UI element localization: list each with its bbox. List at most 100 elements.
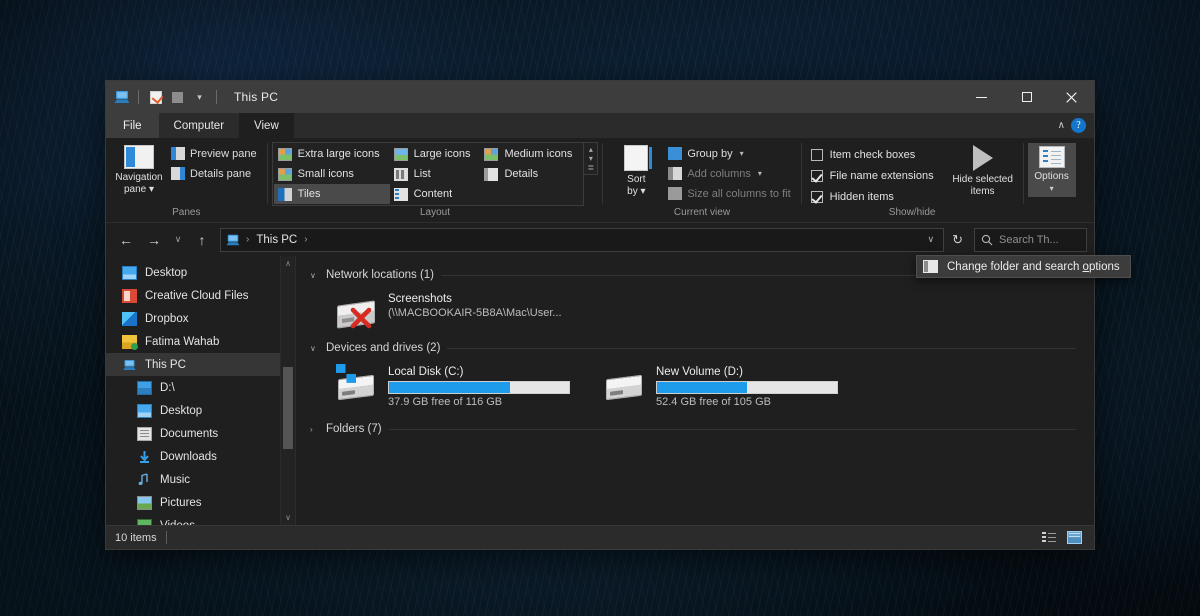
options-button[interactable]: Options ▾ xyxy=(1027,143,1076,197)
address-bar[interactable]: › This PC › ∨ xyxy=(220,227,945,252)
group-header-label: Network locations (1) xyxy=(326,269,435,281)
chevron-down-icon[interactable]: ∨ xyxy=(310,344,319,353)
tab-file[interactable]: File xyxy=(106,113,159,138)
layout-label: Extra large icons xyxy=(297,148,380,160)
add-columns-button[interactable]: Add columns ▾ xyxy=(665,164,796,183)
file-name-extensions-row[interactable]: File name extensions xyxy=(806,166,939,186)
close-icon xyxy=(1066,91,1077,103)
hidden-items-checkbox[interactable] xyxy=(810,191,823,203)
sidebar-item-music[interactable]: Music xyxy=(106,468,295,491)
capacity-bar xyxy=(388,381,570,394)
details-view-button[interactable] xyxy=(1038,528,1060,547)
sidebar-item-pictures[interactable]: Pictures xyxy=(106,491,295,514)
maximize-button[interactable] xyxy=(1004,81,1049,113)
sidebar-item-this-pc[interactable]: This PC xyxy=(106,353,295,376)
navigation-pane-button[interactable]: Navigation pane ▾ xyxy=(110,142,168,198)
layout-details[interactable]: Details xyxy=(480,164,582,184)
group-header-devices-and-drives[interactable]: ∨ Devices and drives (2) xyxy=(310,338,1094,358)
navigation-pane-scrollbar[interactable]: ∧ ∨ xyxy=(280,256,295,525)
gallery-more-button[interactable]: ≣ xyxy=(587,163,594,172)
search-input[interactable]: Search Th... xyxy=(999,234,1059,246)
forward-button[interactable]: → xyxy=(141,228,167,252)
recent-locations-button[interactable]: ∨ xyxy=(169,228,187,252)
tab-computer[interactable]: Computer xyxy=(159,113,240,138)
windows-system-drive-icon xyxy=(336,364,378,401)
content-scrollbar[interactable] xyxy=(1084,256,1094,525)
sidebar-item-desktop[interactable]: Desktop xyxy=(106,261,295,284)
hide-selected-items-button[interactable]: Hide selected items xyxy=(947,142,1019,200)
sort-by-button[interactable]: Sort by ▾ xyxy=(607,142,665,200)
gallery-scroll-up[interactable]: ▴ xyxy=(589,145,593,154)
scrollbar-thumb[interactable] xyxy=(283,367,293,449)
layout-label: Details xyxy=(504,168,539,180)
group-header-folders[interactable]: › Folders (7) xyxy=(310,419,1094,439)
list-item[interactable]: Screenshots (\\MACBOOKAIR-5B8A\Mac\User.… xyxy=(332,288,582,330)
group-by-icon xyxy=(668,147,683,160)
options-icon xyxy=(1038,146,1065,168)
sidebar-item-documents[interactable]: Documents xyxy=(106,422,295,445)
group-by-button[interactable]: Group by ▾ xyxy=(665,144,796,163)
creative-cloud-icon xyxy=(122,288,137,303)
size-all-columns-button[interactable]: Size all columns to fit xyxy=(665,184,796,203)
desktop-background: ▾ This PC File Computer View ∧ ? Navigat… xyxy=(0,0,1200,616)
scrollbar-track[interactable] xyxy=(281,271,295,510)
title-separator xyxy=(216,90,217,104)
sidebar-item-videos[interactable]: Videos xyxy=(106,514,295,525)
sidebar-item-fatima-wahab[interactable]: Fatima Wahab xyxy=(106,330,295,353)
chevron-down-icon[interactable]: ∨ xyxy=(310,271,319,280)
layout-small-icons[interactable]: Small icons xyxy=(274,164,390,184)
breadcrumb-this-pc[interactable]: This PC xyxy=(254,234,299,246)
layout-extra-large-icons[interactable]: Extra large icons xyxy=(274,144,390,164)
layout-tiles[interactable]: Tiles xyxy=(273,184,390,204)
new-folder-icon[interactable] xyxy=(168,88,187,107)
layout-content[interactable]: Content xyxy=(390,184,481,204)
up-button[interactable]: ↑ xyxy=(189,228,215,252)
scroll-down-arrow[interactable]: ∨ xyxy=(285,510,291,525)
refresh-button[interactable]: ↻ xyxy=(946,232,969,248)
help-button[interactable]: ? xyxy=(1071,118,1086,133)
layout-large-icons[interactable]: Large icons xyxy=(390,144,481,164)
tab-view[interactable]: View xyxy=(239,113,294,138)
list-item[interactable]: New Volume (D:) 52.4 GB free of 105 GB xyxy=(600,361,850,411)
sidebar-item-label: Creative Cloud Files xyxy=(145,289,249,302)
chevron-right-icon[interactable]: › xyxy=(310,425,319,434)
layout-list[interactable]: List xyxy=(390,164,481,184)
large-icons-view-button[interactable] xyxy=(1063,528,1085,547)
extra-large-icons-icon xyxy=(277,147,292,161)
sidebar-item-downloads[interactable]: Downloads xyxy=(106,445,295,468)
breadcrumb-separator[interactable]: › xyxy=(245,234,250,245)
hidden-items-row[interactable]: Hidden items xyxy=(806,187,939,207)
group-header-label: Folders (7) xyxy=(326,423,382,435)
list-item[interactable]: Local Disk (C:) 37.9 GB free of 116 GB xyxy=(332,361,582,411)
sidebar-item-label: Pictures xyxy=(160,496,202,509)
preview-pane-button[interactable]: Preview pane xyxy=(168,144,263,163)
videos-icon xyxy=(137,518,152,525)
back-button[interactable]: ← xyxy=(113,228,139,252)
file-name-extensions-checkbox[interactable] xyxy=(810,170,823,182)
folder-options-icon xyxy=(923,260,938,273)
collapse-ribbon-button[interactable]: ∧ xyxy=(1058,120,1065,131)
chevron-down-icon: ▾ xyxy=(197,91,202,102)
item-check-boxes-row[interactable]: Item check boxes xyxy=(806,145,939,165)
breadcrumb-separator[interactable]: › xyxy=(303,234,308,245)
layout-medium-icons[interactable]: Medium icons xyxy=(480,144,582,164)
tiles-view-icon xyxy=(277,187,292,201)
sidebar-item-d-drive[interactable]: D:\ xyxy=(106,376,295,399)
sidebar-item-creative-cloud-files[interactable]: Creative Cloud Files xyxy=(106,284,295,307)
ribbon-tab-strip: File Computer View ∧ ? xyxy=(106,113,1094,138)
search-box[interactable]: Search Th... xyxy=(974,227,1087,252)
item-check-boxes-checkbox[interactable] xyxy=(810,149,823,161)
documents-icon xyxy=(137,426,152,441)
hide-selected-label-line2: items xyxy=(970,185,995,197)
close-button[interactable] xyxy=(1049,81,1094,113)
gallery-scroll-down[interactable]: ▾ xyxy=(589,154,593,163)
customize-quick-access-icon[interactable]: ▾ xyxy=(190,88,209,107)
sidebar-item-dropbox[interactable]: Dropbox xyxy=(106,307,295,330)
scroll-up-arrow[interactable]: ∧ xyxy=(285,256,291,271)
details-pane-button[interactable]: Details pane xyxy=(168,164,263,183)
properties-icon[interactable] xyxy=(146,88,165,107)
minimize-button[interactable] xyxy=(959,81,1004,113)
address-dropdown-button[interactable]: ∨ xyxy=(923,234,940,245)
layout-gallery: Extra large icons Large icons Medium ico… xyxy=(271,142,585,206)
sidebar-item-desktop-2[interactable]: Desktop xyxy=(106,399,295,422)
